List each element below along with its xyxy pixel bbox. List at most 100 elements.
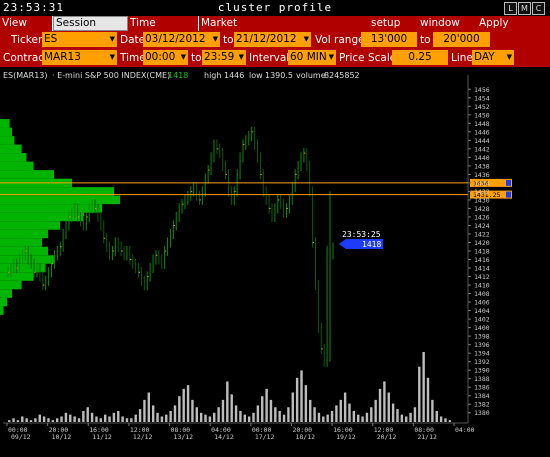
price-tick-label: 1438 <box>474 162 490 170</box>
volume-bar <box>47 418 50 422</box>
date-tick-label: 12/12 <box>133 433 153 441</box>
volume-bar <box>339 399 342 422</box>
price-tick-label: 1446 <box>474 128 490 136</box>
volume-bar <box>274 407 277 422</box>
volume-profile-bar <box>0 255 54 264</box>
volume-profile-bar <box>0 280 22 290</box>
volume-bar <box>247 416 251 422</box>
volume-bar <box>151 405 155 422</box>
menu-session-hours[interactable]: Session Hours <box>53 16 128 42</box>
chevron-down-icon: ▼ <box>328 53 334 61</box>
date-to-value: 21/12/2012 <box>236 33 297 45</box>
date-from-select[interactable]: 03/12/2012 ▼ <box>143 32 220 47</box>
menu-time-interval[interactable]: Time Interval <box>128 16 199 44</box>
volume-bar <box>112 412 116 422</box>
window-title: cluster profile <box>217 1 333 14</box>
line-label: Line <box>451 52 473 64</box>
volume-bar <box>352 410 356 422</box>
vol-from-input[interactable]: 13'000 <box>361 32 417 47</box>
date-tick-label: 09/12 <box>11 433 31 441</box>
to-label: to <box>223 34 234 46</box>
volume-bar <box>82 410 85 422</box>
line-select[interactable]: DAY ▼ <box>472 50 514 65</box>
volume-bar <box>60 416 63 422</box>
cursor-price-tag: 1418 <box>339 239 383 249</box>
setup-button[interactable]: setup <box>369 16 402 31</box>
chevron-down-icon: ▼ <box>109 35 115 43</box>
price-tick-label: 1408 <box>474 290 490 298</box>
price-tick-label: 1430 <box>474 196 490 204</box>
window-l-button[interactable]: L <box>504 2 517 15</box>
volume-profile-bar <box>0 246 48 256</box>
volume-bar <box>426 377 430 422</box>
price-scale-input[interactable]: 0.25 <box>392 50 448 65</box>
volume-bar <box>256 405 260 422</box>
date-to-select[interactable]: 21/12/2012 ▼ <box>234 32 311 47</box>
volume-bar <box>95 416 98 422</box>
price-tick-label: 1398 <box>474 333 490 341</box>
price-tick-label: 1422 <box>474 230 490 238</box>
window-c-button[interactable]: C <box>532 2 545 15</box>
time-from-select[interactable]: 00:00 ▼ <box>143 50 188 65</box>
price-tick-label: 1388 <box>474 375 490 383</box>
volume-profile-bar <box>0 306 4 315</box>
price-tick-label: 1456 <box>474 86 490 94</box>
window-m-button[interactable]: M <box>518 2 531 15</box>
volume-bar <box>439 416 443 422</box>
price-tick-label: 1434 <box>474 179 490 187</box>
apply-button[interactable]: Apply <box>477 16 511 31</box>
volume-bar <box>130 418 133 422</box>
window-button[interactable]: window <box>418 16 462 31</box>
volume-bar <box>199 412 203 422</box>
volume-bar <box>335 405 338 422</box>
vol-range-label: Vol range <box>315 34 365 46</box>
price-tick-label: 1396 <box>474 341 490 349</box>
volume-bar <box>186 385 190 422</box>
volume-bar <box>90 412 94 422</box>
volume-bar <box>378 388 382 422</box>
volume-bar <box>182 388 185 422</box>
volume-bar <box>77 418 81 422</box>
time-to-value: 23:59 <box>204 51 235 63</box>
menu-market-watch[interactable]: Market Watch <box>199 16 271 44</box>
volume-bar <box>21 416 24 422</box>
price-chart[interactable]: 14341431.25 1456145414521450144814461444… <box>0 67 550 457</box>
price-tick-label: 1412 <box>474 273 490 281</box>
interval-label: Interval <box>249 52 290 64</box>
interval-select[interactable]: 60 MIN ▼ <box>288 50 336 65</box>
price-tick-label: 1454 <box>474 94 490 102</box>
volume-bar <box>156 412 159 422</box>
volume-bar <box>265 388 268 422</box>
chart-low-label: low <box>249 71 263 80</box>
price-tick-label: 1390 <box>474 367 490 375</box>
price-tick-label: 1450 <box>474 111 490 119</box>
volume-bar <box>121 416 124 422</box>
price-tick-label: 1410 <box>474 282 490 290</box>
chevron-down-icon: ▼ <box>212 35 218 43</box>
chart-desc-text: E-mini S&P 500 INDEX(CME) <box>57 71 170 80</box>
contract-select[interactable]: MAR13 ▼ <box>42 50 117 65</box>
chart-volume-value: 8245852 <box>324 71 360 80</box>
contract-value: MAR13 <box>44 51 81 63</box>
volume-bar <box>25 418 28 422</box>
price-tick-label: 1416 <box>474 256 490 264</box>
menu-view-dom[interactable]: View DOM <box>0 16 53 44</box>
vol-to-input[interactable]: 20'000 <box>433 32 490 47</box>
volume-bar <box>304 385 308 422</box>
volume-bar <box>295 377 299 422</box>
price-tick-label: 1444 <box>474 137 490 145</box>
volume-profile-bar <box>0 153 27 162</box>
volume-bar <box>330 410 334 422</box>
volume-bar <box>217 407 220 422</box>
time-to-select[interactable]: 23:59 ▼ <box>202 50 246 65</box>
volume-bar <box>435 410 438 422</box>
volume-profile-bar <box>0 229 48 239</box>
ticker-select[interactable]: ES ▼ <box>42 32 117 47</box>
volume-bar <box>287 407 290 422</box>
volume-bar <box>230 394 233 422</box>
volume-bar <box>252 412 255 422</box>
volume-bar <box>86 407 89 422</box>
chevron-down-icon: ▼ <box>180 53 186 61</box>
price-tick-label: 1384 <box>474 392 490 400</box>
menu-bar: View DOM Session Hours Time Interval Mar… <box>0 16 550 44</box>
